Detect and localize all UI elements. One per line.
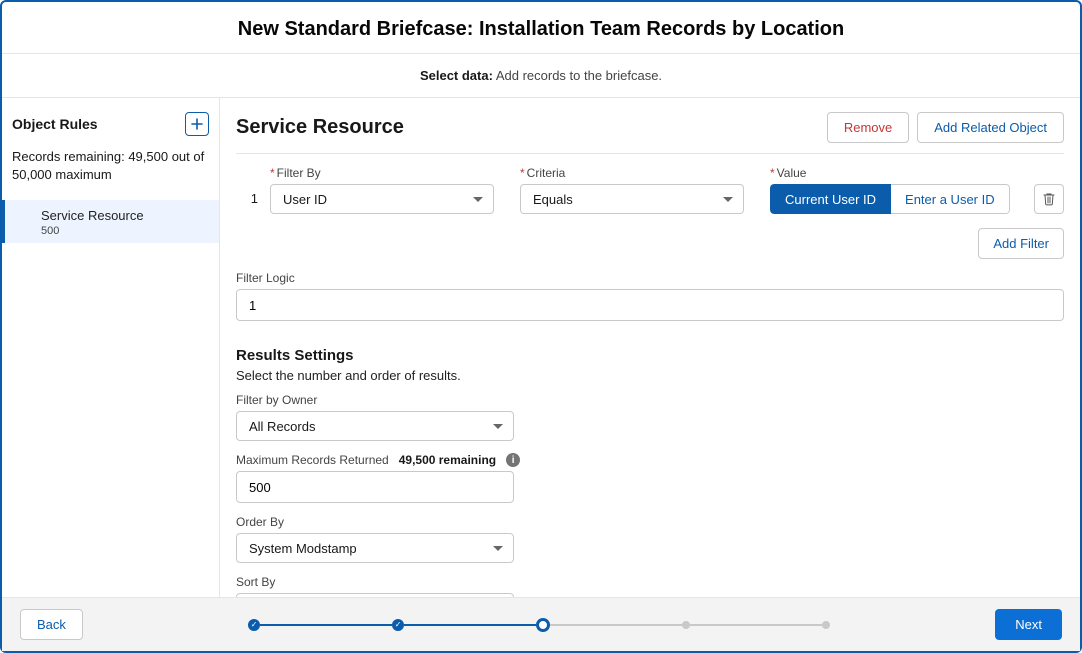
add-related-object-button[interactable]: Add Related Object <box>917 112 1064 143</box>
sidebar-item-service-resource[interactable]: Service Resource 500 <box>2 200 219 243</box>
remove-button[interactable]: Remove <box>827 112 909 143</box>
progress-track <box>248 618 830 632</box>
records-remaining: Records remaining: 49,500 out of 50,000 … <box>2 148 219 198</box>
progress-step-4 <box>682 621 690 629</box>
filter-owner-select[interactable]: All Records <box>236 411 514 441</box>
filter-logic-input[interactable] <box>236 289 1064 321</box>
max-records-input[interactable] <box>236 471 514 503</box>
progress-indicator <box>83 618 995 632</box>
filter-owner-group: Filter by Owner All Records <box>236 393 1064 441</box>
modal-footer: Back Next <box>2 597 1080 651</box>
main-title: Service Resource <box>236 116 404 139</box>
sort-by-label: Sort By <box>236 575 1064 589</box>
order-by-select[interactable]: System Modstamp <box>236 533 514 563</box>
progress-line-4 <box>690 624 822 626</box>
modal-header: New Standard Briefcase: Installation Tea… <box>2 2 1080 54</box>
filter-by-col: *Filter By User ID <box>270 166 494 214</box>
sidebar-item-name: Service Resource <box>41 208 209 223</box>
info-icon[interactable]: i <box>506 453 520 467</box>
add-filter-button[interactable]: Add Filter <box>978 228 1064 259</box>
max-records-group: Maximum Records Returned 49,500 remainin… <box>236 453 1064 503</box>
current-user-id-toggle[interactable]: Current User ID <box>770 184 891 214</box>
progress-step-2 <box>392 619 404 631</box>
back-button[interactable]: Back <box>20 609 83 640</box>
value-label: *Value <box>770 166 1010 180</box>
modal-container: New Standard Briefcase: Installation Tea… <box>0 0 1082 653</box>
progress-line-1 <box>260 624 392 626</box>
main-panel: Service Resource Remove Add Related Obje… <box>220 98 1080 597</box>
filter-by-label: *Filter By <box>270 166 494 180</box>
progress-line-2 <box>404 624 536 626</box>
criteria-select[interactable]: Equals <box>520 184 744 214</box>
modal-body: Object Rules Records remaining: 49,500 o… <box>2 97 1080 597</box>
criteria-col: *Criteria Equals <box>520 166 744 214</box>
select-data-row: Select data: Add records to the briefcas… <box>2 54 1080 97</box>
main-header: Service Resource Remove Add Related Obje… <box>236 112 1064 154</box>
value-toggle: Current User ID Enter a User ID <box>770 184 1010 214</box>
select-data-label: Select data: <box>420 68 493 83</box>
max-records-remaining: 49,500 remaining <box>399 453 496 467</box>
order-by-group: Order By System Modstamp <box>236 515 1064 563</box>
delete-col <box>1034 184 1064 214</box>
sidebar-title: Object Rules <box>12 116 98 132</box>
max-records-label: Maximum Records Returned <box>236 453 389 467</box>
sidebar-item-count: 500 <box>41 225 209 237</box>
select-data-desc: Add records to the briefcase. <box>496 68 662 83</box>
filter-row-1: 1 *Filter By User ID *Criteria Equals *V… <box>236 166 1064 214</box>
header-buttons: Remove Add Related Object <box>827 112 1064 143</box>
sidebar: Object Rules Records remaining: 49,500 o… <box>2 98 220 597</box>
filter-logic-section: Filter Logic <box>236 271 1064 321</box>
filter-by-select[interactable]: User ID <box>270 184 494 214</box>
value-col: *Value Current User ID Enter a User ID <box>770 166 1010 214</box>
plus-icon <box>191 118 203 130</box>
filter-owner-label: Filter by Owner <box>236 393 1064 407</box>
filter-actions: Add Filter <box>236 228 1064 259</box>
filter-logic-label: Filter Logic <box>236 271 1064 285</box>
progress-line-3 <box>550 624 682 626</box>
enter-user-id-toggle[interactable]: Enter a User ID <box>891 184 1010 214</box>
progress-step-3 <box>536 618 550 632</box>
delete-filter-button[interactable] <box>1034 184 1064 214</box>
criteria-label: *Criteria <box>520 166 744 180</box>
add-rule-button[interactable] <box>185 112 209 136</box>
progress-step-5 <box>822 621 830 629</box>
next-button[interactable]: Next <box>995 609 1062 640</box>
trash-icon <box>1042 192 1056 206</box>
progress-step-1 <box>248 619 260 631</box>
max-records-label-row: Maximum Records Returned 49,500 remainin… <box>236 453 1064 467</box>
sort-by-group: Sort By Descending <box>236 575 1064 597</box>
results-heading: Results Settings <box>236 347 1064 364</box>
sidebar-header: Object Rules <box>2 112 219 148</box>
results-sub: Select the number and order of results. <box>236 368 1064 383</box>
modal-title: New Standard Briefcase: Installation Tea… <box>2 18 1080 41</box>
results-settings: Results Settings Select the number and o… <box>236 347 1064 597</box>
sort-by-select[interactable]: Descending <box>236 593 514 597</box>
filter-row-number: 1 <box>236 191 270 214</box>
order-by-label: Order By <box>236 515 1064 529</box>
